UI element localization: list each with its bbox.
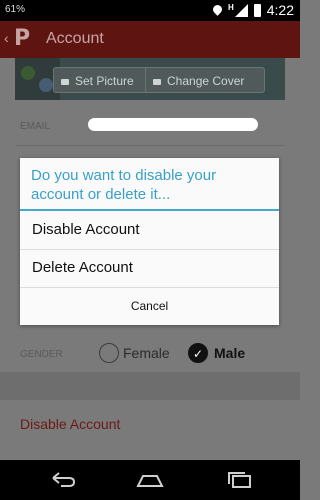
section-divider (0, 372, 300, 400)
divider (15, 145, 285, 146)
battery-percentage: 61% (5, 4, 26, 15)
up-caret-icon[interactable]: ‹ (4, 30, 9, 46)
recent-apps-icon[interactable] (225, 470, 255, 490)
disable-account-option[interactable]: Disable Account (20, 211, 279, 249)
cancel-button[interactable]: Cancel (20, 288, 279, 325)
back-icon[interactable] (47, 470, 77, 490)
change-cover-button[interactable]: Change Cover (145, 67, 265, 93)
male-label[interactable]: Male (214, 345, 245, 361)
gender-label: GENDER (20, 349, 63, 360)
status-bar: 61% H 4:22 (0, 0, 300, 21)
set-picture-label: Set Picture (75, 74, 134, 88)
battery-icon (253, 3, 261, 17)
dialog-title: Do you want to disable your account or d… (31, 167, 217, 203)
location-icon (211, 2, 224, 16)
delete-account-option[interactable]: Delete Account (20, 249, 279, 287)
image-icon (153, 78, 161, 85)
female-label[interactable]: Female (123, 345, 170, 361)
page-title: Account (46, 30, 104, 47)
home-icon[interactable] (135, 470, 165, 490)
app-logo[interactable]: P (14, 27, 38, 51)
clock: 4:22 (266, 2, 294, 18)
set-picture-button[interactable]: Set Picture (53, 67, 153, 93)
signal-icon (234, 3, 248, 17)
navigation-bar (0, 460, 300, 500)
camera-icon (61, 78, 69, 85)
action-bar: ‹ P Account (0, 21, 300, 58)
female-radio[interactable] (99, 343, 119, 363)
cover-image: Set Picture Change Cover (15, 58, 285, 100)
status-icons: H 4:22 (211, 2, 294, 18)
disable-delete-dialog: Do you want to disable your account or d… (20, 158, 279, 325)
email-field[interactable] (88, 118, 258, 131)
male-radio[interactable]: ✓ (188, 343, 208, 363)
disable-account-link[interactable]: Disable Account (20, 416, 120, 432)
change-cover-label: Change Cover (167, 74, 245, 88)
email-label: EMAIL (20, 121, 51, 132)
